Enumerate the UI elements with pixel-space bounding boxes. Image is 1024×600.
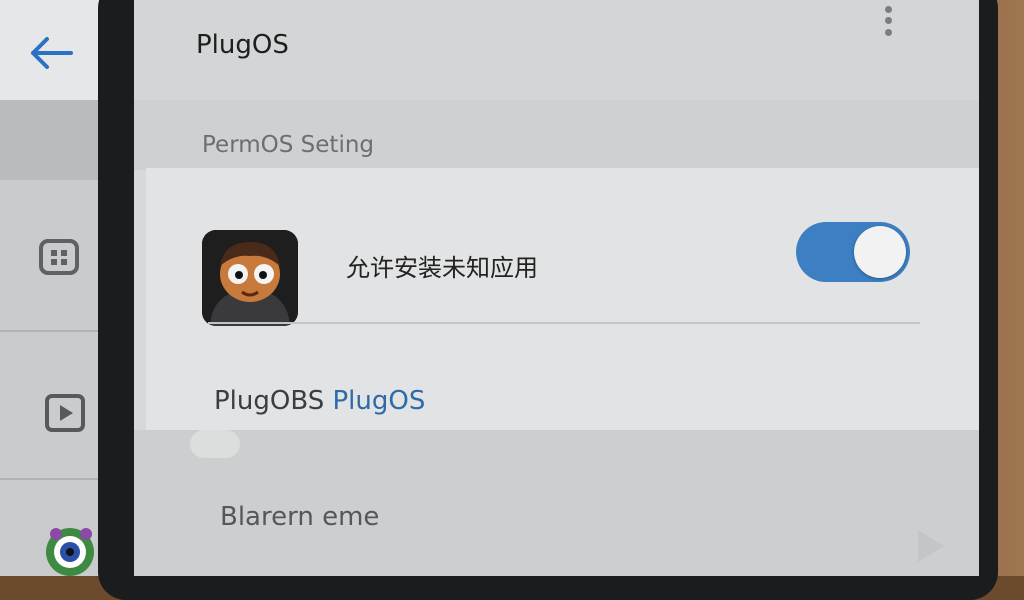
lower-row-label[interactable]: Blarern eme	[220, 502, 379, 532]
app-avatar-icon	[202, 230, 298, 326]
grid-widget-icon	[39, 239, 79, 275]
row-divider	[208, 322, 920, 324]
source-row[interactable]: PlugOBS PlugOS	[214, 386, 425, 416]
toggle-knob	[854, 226, 906, 278]
more-vertical-icon[interactable]	[876, 4, 900, 38]
arrow-left-icon	[31, 37, 73, 69]
app-title: PlugOS	[196, 30, 289, 60]
install-unknown-apps-toggle[interactable]	[796, 222, 910, 282]
ghost-toggle	[190, 430, 240, 458]
install-unknown-apps-label: 允许安装未知应用	[346, 254, 538, 282]
menu-dot	[884, 17, 892, 25]
back-button[interactable]	[22, 30, 78, 76]
source-link[interactable]: PlugOS	[333, 386, 426, 416]
left-item-play[interactable]	[40, 388, 90, 438]
play-box-icon	[45, 394, 85, 432]
menu-dot	[884, 28, 892, 36]
left-item-settings[interactable]	[40, 522, 100, 576]
menu-dot	[884, 6, 892, 14]
phone-screen: PlugOS PermOS Seting 允许安装未知应用 PlugOBS Pl…	[134, 0, 979, 576]
section-title: PermOS Seting	[202, 132, 375, 158]
play-icon	[918, 530, 944, 562]
source-prefix: PlugOBS	[214, 386, 325, 416]
app-bar: PlugOS	[134, 0, 979, 100]
left-item-grid[interactable]	[34, 232, 84, 282]
gear-eye-icon	[46, 528, 94, 576]
